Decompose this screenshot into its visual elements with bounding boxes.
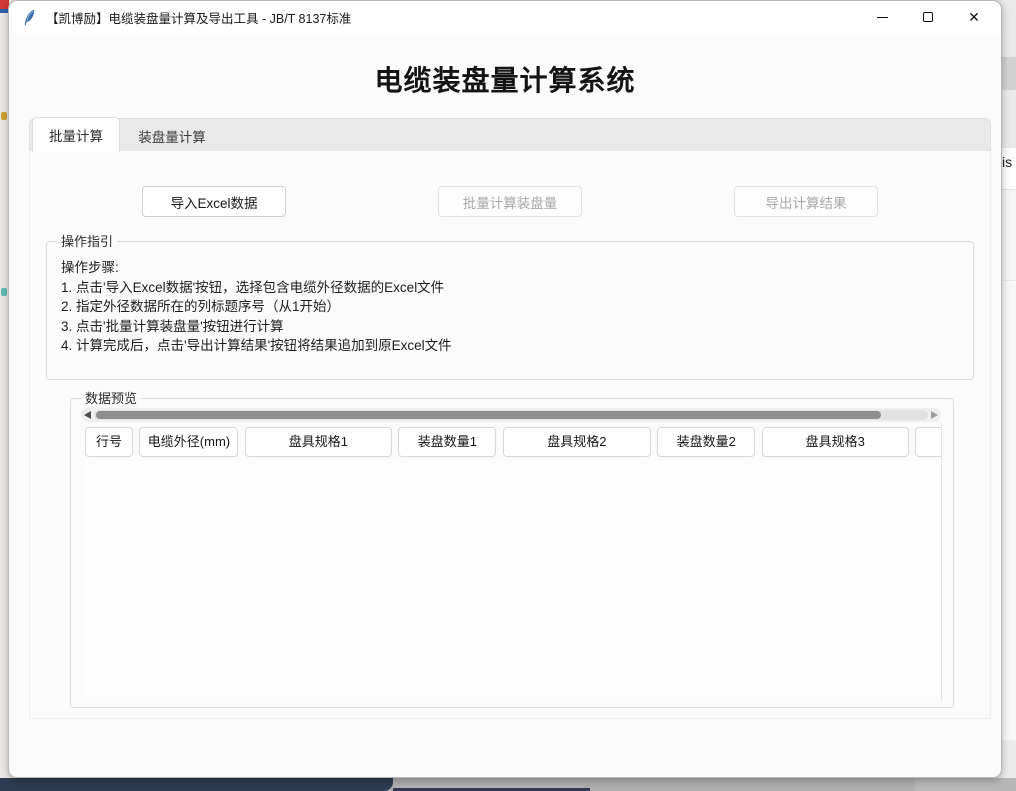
- column-header-quantity-3[interactable]: 装盘数量3: [915, 427, 941, 457]
- import-excel-button[interactable]: 导入Excel数据: [142, 186, 286, 217]
- tab-drum-calculation[interactable]: 装盘量计算: [120, 119, 224, 152]
- page-title: 电缆装盘量计算系统: [9, 59, 1001, 99]
- taskbar-navy-segment: [0, 778, 393, 791]
- background-band: [1001, 191, 1016, 281]
- desktop: is 【凯博励】电缆装盘量计算及导出工具 - JB/T 8137标准: [0, 0, 1016, 791]
- guide-line: 4. 计算完成后，点击'导出计算结果'按钮将结果追加到原Excel文件: [61, 336, 973, 356]
- titlebar: 【凯博励】电缆装盘量计算及导出工具 - JB/T 8137标准 ✕: [9, 1, 1001, 33]
- data-preview-box: 数据预览 行号 电缆外径(mm) 盘具规格1 装盘数量1 盘具规格2 装盘数量2…: [70, 398, 954, 708]
- close-button[interactable]: ✕: [951, 1, 997, 33]
- table-canvas-edge: [941, 423, 942, 701]
- background-window-right-sliver: is: [1001, 0, 1016, 778]
- batch-calculation-page: 导入Excel数据 批量计算装盘量 导出计算结果 操作指引 操作步骤: 1. 点…: [29, 151, 991, 719]
- background-band: [1001, 90, 1016, 148]
- column-header-drum-spec-3[interactable]: 盘具规格3: [762, 427, 909, 457]
- background-app-yellow-speck: [1, 112, 7, 120]
- column-header-drum-spec-1[interactable]: 盘具规格1: [245, 427, 392, 457]
- guide-line: 3. 点击'批量计算装盘量'按钮进行计算: [61, 317, 973, 337]
- app-window: 【凯博励】电缆装盘量计算及导出工具 - JB/T 8137标准 ✕ 电缆装盘量计…: [8, 0, 1002, 778]
- guide-line: 操作步骤:: [61, 258, 973, 278]
- tab-bar: 批量计算 装盘量计算: [29, 118, 991, 151]
- column-header-drum-spec-2[interactable]: 盘具规格2: [503, 427, 651, 457]
- window-title: 【凯博励】电缆装盘量计算及导出工具 - JB/T 8137标准: [46, 8, 351, 27]
- table-header-row: 行号 电缆外径(mm) 盘具规格1 装盘数量1 盘具规格2 装盘数量2 盘具规格…: [85, 427, 941, 459]
- background-band: [1001, 740, 1016, 778]
- horizontal-scrollbar[interactable]: [81, 408, 941, 422]
- python-feather-icon: [22, 8, 38, 26]
- tab-batch-calculation[interactable]: 批量计算: [32, 117, 120, 152]
- background-window-text-fragment: is: [1001, 148, 1016, 190]
- column-header-quantity-2[interactable]: 装盘数量2: [657, 427, 755, 457]
- column-header-diameter[interactable]: 电缆外径(mm): [139, 427, 238, 457]
- batch-calculate-button[interactable]: 批量计算装盘量: [438, 186, 582, 217]
- close-icon: ✕: [968, 9, 980, 26]
- tab-label: 批量计算: [49, 125, 103, 145]
- column-header-row-number[interactable]: 行号: [85, 427, 133, 457]
- maximize-icon: [923, 12, 933, 22]
- background-band: [1001, 0, 1016, 57]
- data-preview-label: 数据预览: [81, 391, 141, 406]
- tab-label: 装盘量计算: [138, 126, 206, 146]
- operation-guide-label: 操作指引: [57, 234, 117, 249]
- scroll-right-arrow-icon[interactable]: [931, 411, 938, 419]
- minimize-button[interactable]: [859, 1, 905, 33]
- background-app-teal-speck: [1, 288, 7, 296]
- taskbar-gray-segment: [915, 778, 1016, 791]
- export-results-button[interactable]: 导出计算结果: [734, 186, 878, 217]
- scrollbar-thumb[interactable]: [96, 411, 881, 419]
- window-controls: ✕: [859, 1, 997, 33]
- column-header-quantity-1[interactable]: 装盘数量1: [398, 427, 496, 457]
- scroll-left-arrow-icon[interactable]: [84, 411, 91, 419]
- maximize-button[interactable]: [905, 1, 951, 33]
- operation-steps: 操作步骤: 1. 点击'导入Excel数据'按钮，选择包含电缆外径数据的Exce…: [47, 242, 973, 356]
- guide-line: 1. 点击'导入Excel数据'按钮，选择包含电缆外径数据的Excel文件: [61, 278, 973, 298]
- guide-line: 2. 指定外径数据所在的列标题序号（从1开始）: [61, 297, 973, 317]
- background-band: [1001, 57, 1016, 90]
- scrollbar-track[interactable]: [94, 410, 928, 420]
- table-empty-area: [85, 461, 941, 697]
- operation-guide-box: 操作指引 操作步骤: 1. 点击'导入Excel数据'按钮，选择包含电缆外径数据…: [46, 241, 974, 380]
- taskbar-strip: [0, 778, 1016, 791]
- minimize-icon: [877, 17, 888, 18]
